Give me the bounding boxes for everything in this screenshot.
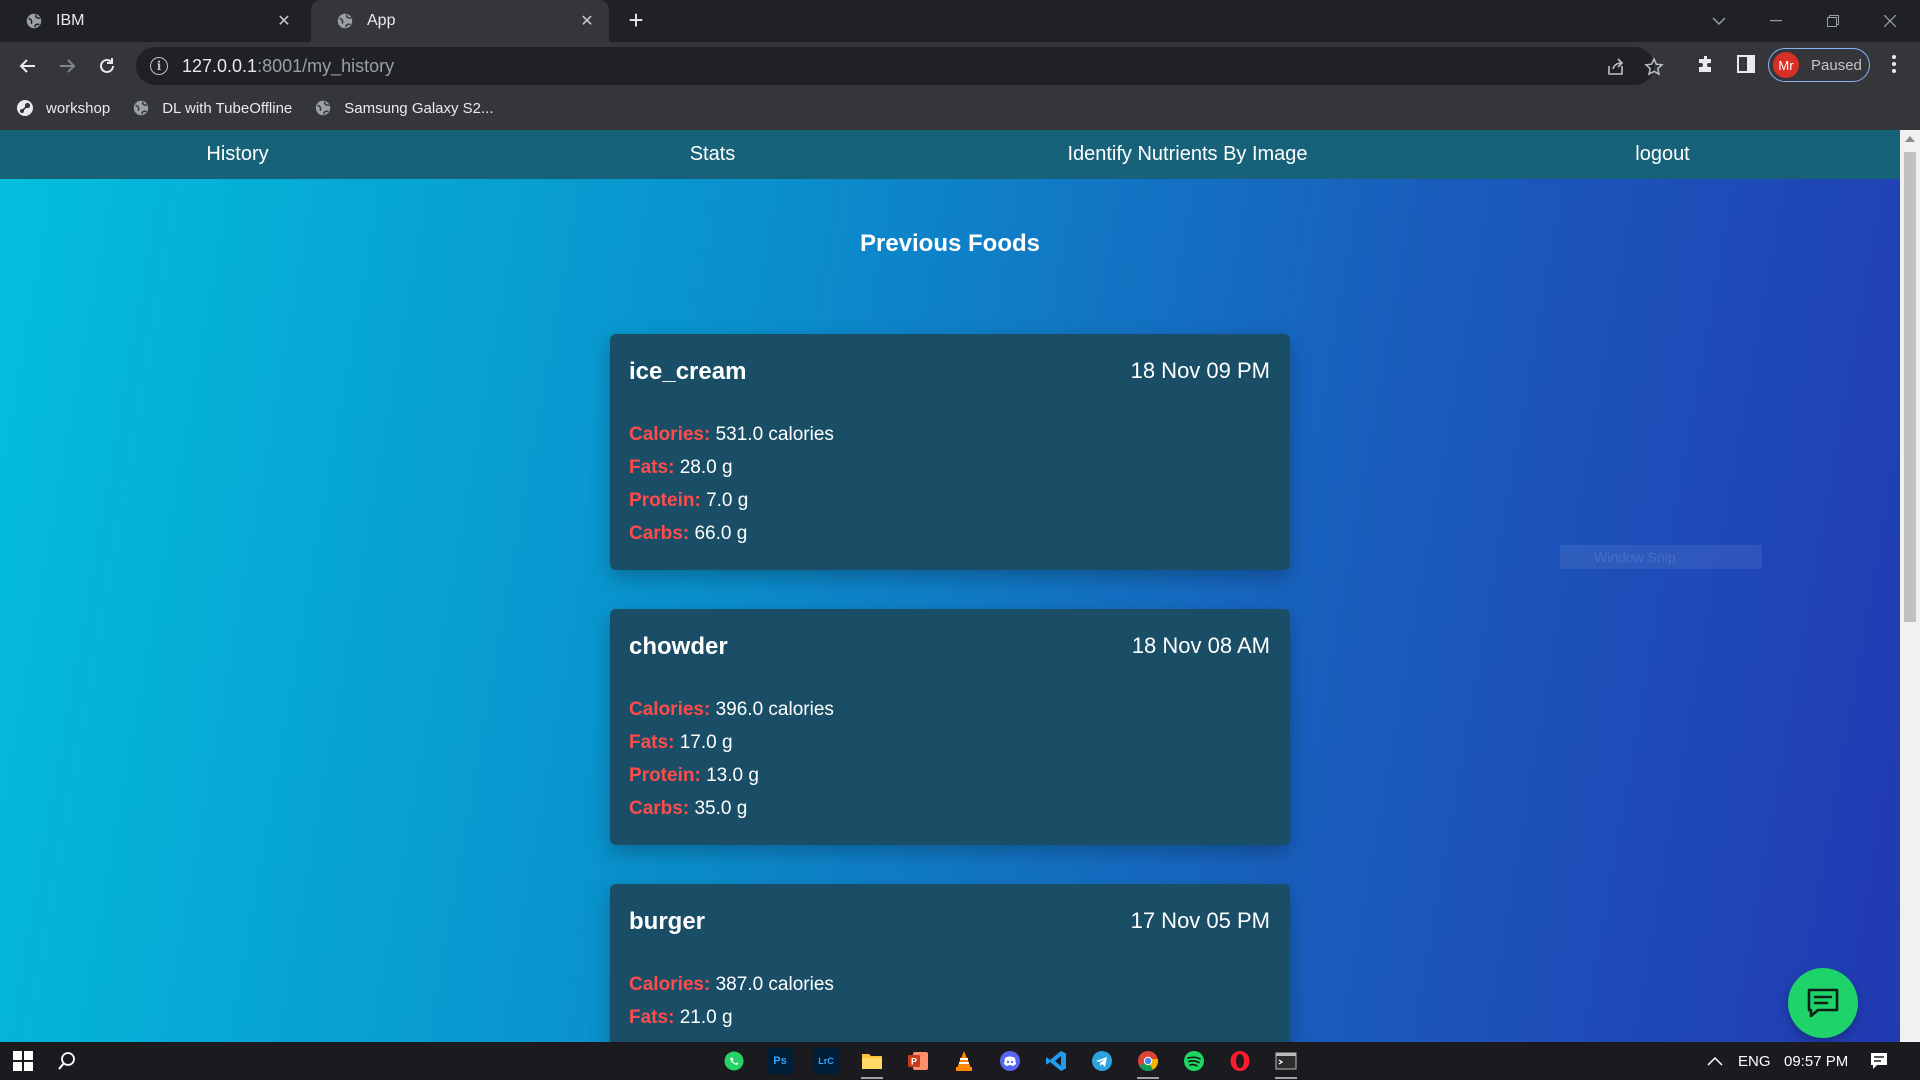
minimize-icon[interactable] <box>1763 8 1789 34</box>
chevron-up-icon[interactable] <box>1702 1048 1728 1074</box>
extensions-icon[interactable] <box>1694 52 1718 76</box>
fats-row: Fats: 28.0 g <box>629 457 733 478</box>
food-name: burger <box>629 908 706 935</box>
scroll-up-arrow-icon[interactable] <box>1905 136 1915 142</box>
back-icon[interactable] <box>12 50 44 82</box>
globe-icon <box>132 99 150 117</box>
restore-icon[interactable] <box>1820 8 1846 34</box>
chat-icon <box>1807 988 1839 1018</box>
site-navbar: History Stats Identify Nutrients By Imag… <box>0 130 1900 179</box>
nav-identify-nutrients[interactable]: Identify Nutrients By Image <box>950 130 1425 179</box>
fats-row: Fats: 17.0 g <box>629 732 733 753</box>
chat-button[interactable] <box>1788 968 1858 1038</box>
steam-icon <box>16 99 34 117</box>
powerpoint-icon[interactable]: P <box>905 1048 931 1074</box>
food-card: chowder 18 Nov 08 AM Calories: 396.0 cal… <box>610 609 1290 845</box>
terminal-icon[interactable] <box>1273 1048 1299 1079</box>
scrollbar-thumb[interactable] <box>1904 152 1916 622</box>
food-date: 17 Nov 05 PM <box>1130 908 1270 933</box>
lightroom-icon[interactable]: LrC <box>813 1048 839 1074</box>
url-text: 127.0.0.1:8001/my_history <box>182 55 395 76</box>
new-tab-button[interactable]: + <box>624 7 648 33</box>
bookmark-workshop[interactable]: workshop <box>16 99 110 117</box>
tab-app[interactable]: App ✕ <box>311 0 609 42</box>
side-panel-icon[interactable] <box>1734 52 1758 76</box>
svg-text:P: P <box>911 1057 917 1067</box>
opera-icon[interactable] <box>1227 1048 1253 1074</box>
file-explorer-icon[interactable] <box>859 1048 885 1079</box>
food-card: ice_cream 18 Nov 09 PM Calories: 531.0 c… <box>610 334 1290 570</box>
food-name: ice_cream <box>629 358 747 385</box>
tab-title: App <box>367 12 396 29</box>
protein-row: Protein: 7.0 g <box>629 490 749 511</box>
food-name: chowder <box>629 633 728 660</box>
globe-icon <box>24 11 44 31</box>
address-bar[interactable]: i 127.0.0.1:8001/my_history <box>136 47 1664 85</box>
more-menu-icon[interactable] <box>1882 52 1906 76</box>
tab-strip: IBM ✕ App ✕ + <box>0 0 1920 42</box>
nav-stats[interactable]: Stats <box>475 130 950 179</box>
notifications-icon[interactable] <box>1866 1048 1892 1074</box>
close-window-icon[interactable] <box>1877 8 1903 34</box>
windows-start-icon[interactable] <box>10 1048 36 1074</box>
tab-title: IBM <box>56 12 85 29</box>
reload-icon[interactable] <box>91 50 123 82</box>
page-viewport: History Stats Identify Nutrients By Imag… <box>0 130 1920 1042</box>
food-date: 18 Nov 08 AM <box>1131 633 1270 658</box>
clock[interactable]: 09:57 PM <box>1784 1042 1848 1080</box>
carbs-row: Carbs: 35.0 g <box>629 798 748 819</box>
window-snip-overlay: Window Snip <box>1560 545 1762 569</box>
forward-icon[interactable] <box>51 50 83 82</box>
telegram-icon[interactable] <box>1089 1048 1115 1074</box>
bookmark-star-icon[interactable] <box>1644 57 1664 77</box>
site-info-icon[interactable]: i <box>150 57 168 75</box>
carbs-row: Carbs: 66.0 g <box>629 523 748 544</box>
tab-ibm[interactable]: IBM ✕ <box>0 0 306 42</box>
vlc-icon[interactable] <box>951 1048 977 1074</box>
bookmark-samsung[interactable]: Samsung Galaxy S2... <box>314 99 494 117</box>
chrome-icon[interactable] <box>1135 1048 1161 1079</box>
discord-icon[interactable] <box>997 1048 1023 1074</box>
nav-logout[interactable]: logout <box>1425 130 1900 179</box>
calories-row: Calories: 387.0 calories <box>629 974 834 995</box>
profile-button[interactable]: Mr Paused <box>1768 48 1870 82</box>
food-card: burger 17 Nov 05 PM Calories: 387.0 calo… <box>610 884 1290 1042</box>
vscode-icon[interactable] <box>1043 1048 1069 1074</box>
page-scrollbar[interactable] <box>1900 130 1920 1042</box>
search-icon[interactable] <box>54 1048 80 1074</box>
bookmark-tubeoffline[interactable]: DL with TubeOffline <box>132 99 292 117</box>
protein-row: Protein: 13.0 g <box>629 765 759 786</box>
globe-icon <box>314 99 332 117</box>
calories-row: Calories: 531.0 calories <box>629 424 834 445</box>
windows-taskbar: Ps LrC P ENG 09:57 PM <box>0 1042 1920 1080</box>
close-tab-icon[interactable]: ✕ <box>577 11 597 31</box>
whatsapp-icon[interactable] <box>721 1048 747 1074</box>
share-icon[interactable] <box>1606 57 1626 77</box>
browser-toolbar: i 127.0.0.1:8001/my_history Mr Paused wo… <box>0 42 1920 130</box>
bookmarks-bar: workshop DL with TubeOffline Samsung Gal… <box>0 92 500 124</box>
language-indicator[interactable]: ENG <box>1738 1042 1771 1080</box>
calories-row: Calories: 396.0 calories <box>629 699 834 720</box>
photoshop-icon[interactable]: Ps <box>767 1048 793 1074</box>
tab-search-icon[interactable] <box>1706 8 1732 34</box>
nav-history[interactable]: History <box>0 130 475 179</box>
avatar: Mr <box>1773 52 1799 78</box>
globe-icon <box>335 11 355 31</box>
spotify-icon[interactable] <box>1181 1048 1207 1074</box>
close-tab-icon[interactable]: ✕ <box>274 11 294 31</box>
page-title: Previous Foods <box>859 230 1041 257</box>
fats-row: Fats: 21.0 g <box>629 1007 733 1028</box>
food-date: 18 Nov 09 PM <box>1130 358 1270 383</box>
profile-status: Paused <box>1811 56 1862 74</box>
